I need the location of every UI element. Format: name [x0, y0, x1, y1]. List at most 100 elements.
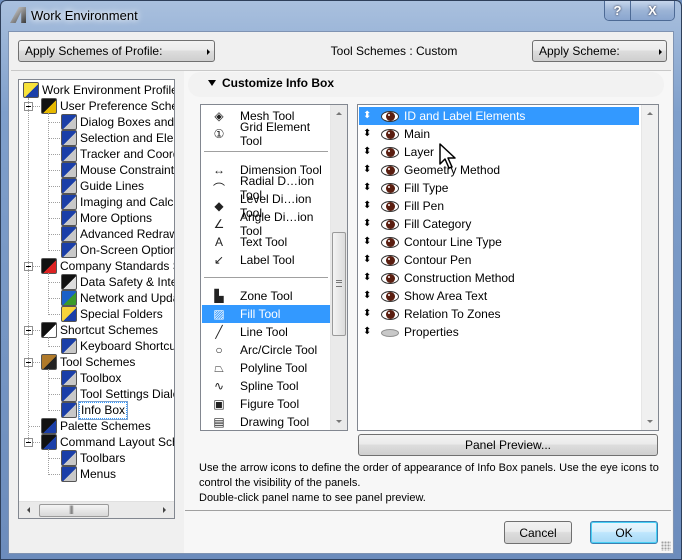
- eye-open-icon[interactable]: [381, 236, 399, 248]
- reorder-arrows-icon[interactable]: ⬍: [363, 165, 371, 175]
- info-box-panel-list[interactable]: ⬍ ID and Label Elements ⬍ Main ⬍ Layer ⬍ Geomet…: [357, 104, 659, 431]
- eye-open-icon[interactable]: [381, 164, 399, 176]
- info-box-panel-item[interactable]: ⬍ Show Area Text: [359, 287, 639, 305]
- ok-button[interactable]: OK: [590, 521, 658, 544]
- eye-open-icon[interactable]: [381, 146, 399, 158]
- eye-open-icon[interactable]: [381, 200, 399, 212]
- reorder-arrows-icon[interactable]: ⬍: [363, 309, 371, 319]
- customize-info-box-header[interactable]: Customize Info Box: [188, 72, 664, 97]
- eye-open-icon[interactable]: [381, 110, 399, 122]
- resize-grip[interactable]: [661, 541, 671, 551]
- tree-item[interactable]: Command Layout Schemes: [41, 434, 174, 450]
- tree-item[interactable]: Toolbox: [61, 370, 122, 386]
- tool-list-item[interactable]: ⏢ Polyline Tool: [202, 359, 330, 377]
- reorder-arrows-icon[interactable]: ⬍: [363, 201, 371, 211]
- reorder-arrows-icon[interactable]: ⬍: [363, 255, 371, 265]
- tree-item[interactable]: Advanced Redraw Options: [61, 226, 174, 242]
- tree-item[interactable]: Shortcut Schemes: [41, 322, 159, 338]
- tree-item[interactable]: Palette Schemes: [41, 418, 152, 434]
- reorder-arrows-icon[interactable]: ⬍: [363, 291, 371, 301]
- tree-item[interactable]: Tracker and Coordinate Input: [61, 146, 174, 162]
- close-button[interactable]: X: [631, 1, 674, 20]
- info-box-panel-item[interactable]: ⬍ Construction Method: [359, 269, 639, 287]
- tool-list-item[interactable]: ○ Arc/Circle Tool: [202, 341, 330, 359]
- apply-schemes-of-profile-button[interactable]: Apply Schemes of Profile:: [18, 40, 215, 62]
- info-box-panel-item[interactable]: ⬍ Contour Pen: [359, 251, 639, 269]
- info-box-panel-item[interactable]: ⬍ Layer: [359, 143, 639, 161]
- eye-open-icon[interactable]: [381, 272, 399, 284]
- reorder-arrows-icon[interactable]: ⬍: [363, 147, 371, 157]
- tool-list-item[interactable]: ① Grid Element Tool: [202, 120, 330, 148]
- tree-item[interactable]: Menus: [61, 466, 117, 482]
- scrollbar-thumb[interactable]: [39, 504, 109, 517]
- eye-open-icon[interactable]: [381, 128, 399, 140]
- tree-item[interactable]: Tool Settings Dialogs: [61, 386, 174, 402]
- tree-horizontal-scrollbar[interactable]: [19, 501, 174, 518]
- tool-list-item[interactable]: ▙ Zone Tool: [202, 287, 330, 305]
- scheme-tree[interactable]: Work Environment ProfilesUser Preference…: [18, 79, 175, 519]
- tree-item[interactable]: Network and Update: [61, 290, 174, 306]
- eye-open-icon[interactable]: [381, 308, 399, 320]
- info-box-panel-item[interactable]: ⬍ Fill Type: [359, 179, 639, 197]
- tree-item[interactable]: Dialog Boxes and Palettes: [61, 114, 174, 130]
- info-box-panel-item[interactable]: ⬍ Contour Line Type: [359, 233, 639, 251]
- cancel-button[interactable]: Cancel: [504, 521, 572, 544]
- title-bar[interactable]: Work Environment ? X: [1, 1, 681, 31]
- eye-open-icon[interactable]: [381, 182, 399, 194]
- reorder-arrows-icon[interactable]: ⬍: [363, 273, 371, 283]
- eye-open-icon[interactable]: [381, 290, 399, 302]
- eye-open-icon[interactable]: [381, 218, 399, 230]
- eye-closed-icon[interactable]: [381, 327, 399, 338]
- apply-scheme-button[interactable]: Apply Scheme:: [532, 40, 667, 62]
- tool-list-item[interactable]: ▣ Figure Tool: [202, 395, 330, 413]
- tree-item[interactable]: Info Box: [61, 400, 129, 420]
- reorder-arrows-icon[interactable]: ⬍: [363, 237, 371, 247]
- help-button[interactable]: ?: [605, 1, 631, 20]
- tree-item[interactable]: Selection and Element Information: [61, 130, 174, 146]
- tree-item[interactable]: Imaging and Calculation: [61, 194, 174, 210]
- tool-list-item[interactable]: ∠ Angle Di…ion Tool: [202, 210, 330, 238]
- tool-list-item[interactable]: A Text Tool: [202, 233, 330, 251]
- tree-item[interactable]: User Preference Schemes: [41, 98, 174, 114]
- scroll-up-arrow-icon[interactable]: [647, 112, 653, 115]
- tree-item[interactable]: Data Safety & Integrity: [61, 274, 174, 290]
- scroll-right-arrow-icon[interactable]: [163, 507, 166, 513]
- tree-item[interactable]: Special Folders: [61, 306, 164, 322]
- info-box-panel-item[interactable]: ⬍ Relation To Zones: [359, 305, 639, 323]
- info-box-panel-item[interactable]: ⬍ Main: [359, 125, 639, 143]
- reorder-arrows-icon[interactable]: ⬍: [363, 219, 371, 229]
- scroll-left-arrow-icon[interactable]: [27, 507, 30, 513]
- info-box-panel-item[interactable]: ⬍ Fill Category: [359, 215, 639, 233]
- reorder-arrows-icon[interactable]: ⬍: [363, 183, 371, 193]
- reorder-arrows-icon[interactable]: ⬍: [363, 129, 371, 139]
- tree-item[interactable]: More Options: [61, 210, 153, 226]
- info-box-panel-item[interactable]: ⬍ Fill Pen: [359, 197, 639, 215]
- scroll-down-arrow-icon[interactable]: [647, 420, 653, 423]
- scroll-up-arrow-icon[interactable]: [336, 112, 342, 115]
- scrollbar-thumb[interactable]: [332, 232, 346, 336]
- tool-list-item[interactable]: ↙ Label Tool: [202, 251, 330, 269]
- tree-item[interactable]: Company Standards Schemes: [41, 258, 174, 274]
- collapse-triangle-icon[interactable]: [208, 80, 216, 86]
- tree-item[interactable]: Toolbars: [61, 450, 126, 466]
- info-box-panel-item[interactable]: ⬍ ID and Label Elements: [359, 107, 639, 125]
- eye-open-icon[interactable]: [381, 254, 399, 266]
- tree-item[interactable]: Tool Schemes: [41, 354, 136, 370]
- tree-item[interactable]: Keyboard Shortcuts: [61, 338, 174, 354]
- scroll-down-arrow-icon[interactable]: [336, 420, 342, 423]
- tree-item[interactable]: Work Environment Profiles: [23, 82, 174, 98]
- info-box-panel-item[interactable]: ⬍ Geometry Method: [359, 161, 639, 179]
- panel-preview-button[interactable]: Panel Preview...: [358, 434, 658, 456]
- tool-list-item[interactable]: ╱ Line Tool: [202, 323, 330, 341]
- info-box-panel-item[interactable]: ⬍ Properties: [359, 323, 639, 341]
- reorder-arrows-icon[interactable]: ⬍: [363, 327, 371, 337]
- tool-list-item[interactable]: ∿ Spline Tool: [202, 377, 330, 395]
- panel-list-scrollbar[interactable]: [641, 105, 658, 430]
- tree-item[interactable]: Mouse Constraints and Cursor Snap: [61, 162, 174, 178]
- reorder-arrows-icon[interactable]: ⬍: [363, 111, 371, 121]
- tool-list-item[interactable]: ▨ Fill Tool: [202, 305, 330, 323]
- tool-list[interactable]: ◈ Mesh Tool ① Grid Element Tool ↔ Dimension T…: [200, 104, 348, 431]
- tool-list-item[interactable]: ▤ Drawing Tool: [202, 413, 330, 430]
- tree-item[interactable]: Guide Lines: [61, 178, 145, 194]
- tree-item[interactable]: On-Screen Options: [61, 242, 174, 258]
